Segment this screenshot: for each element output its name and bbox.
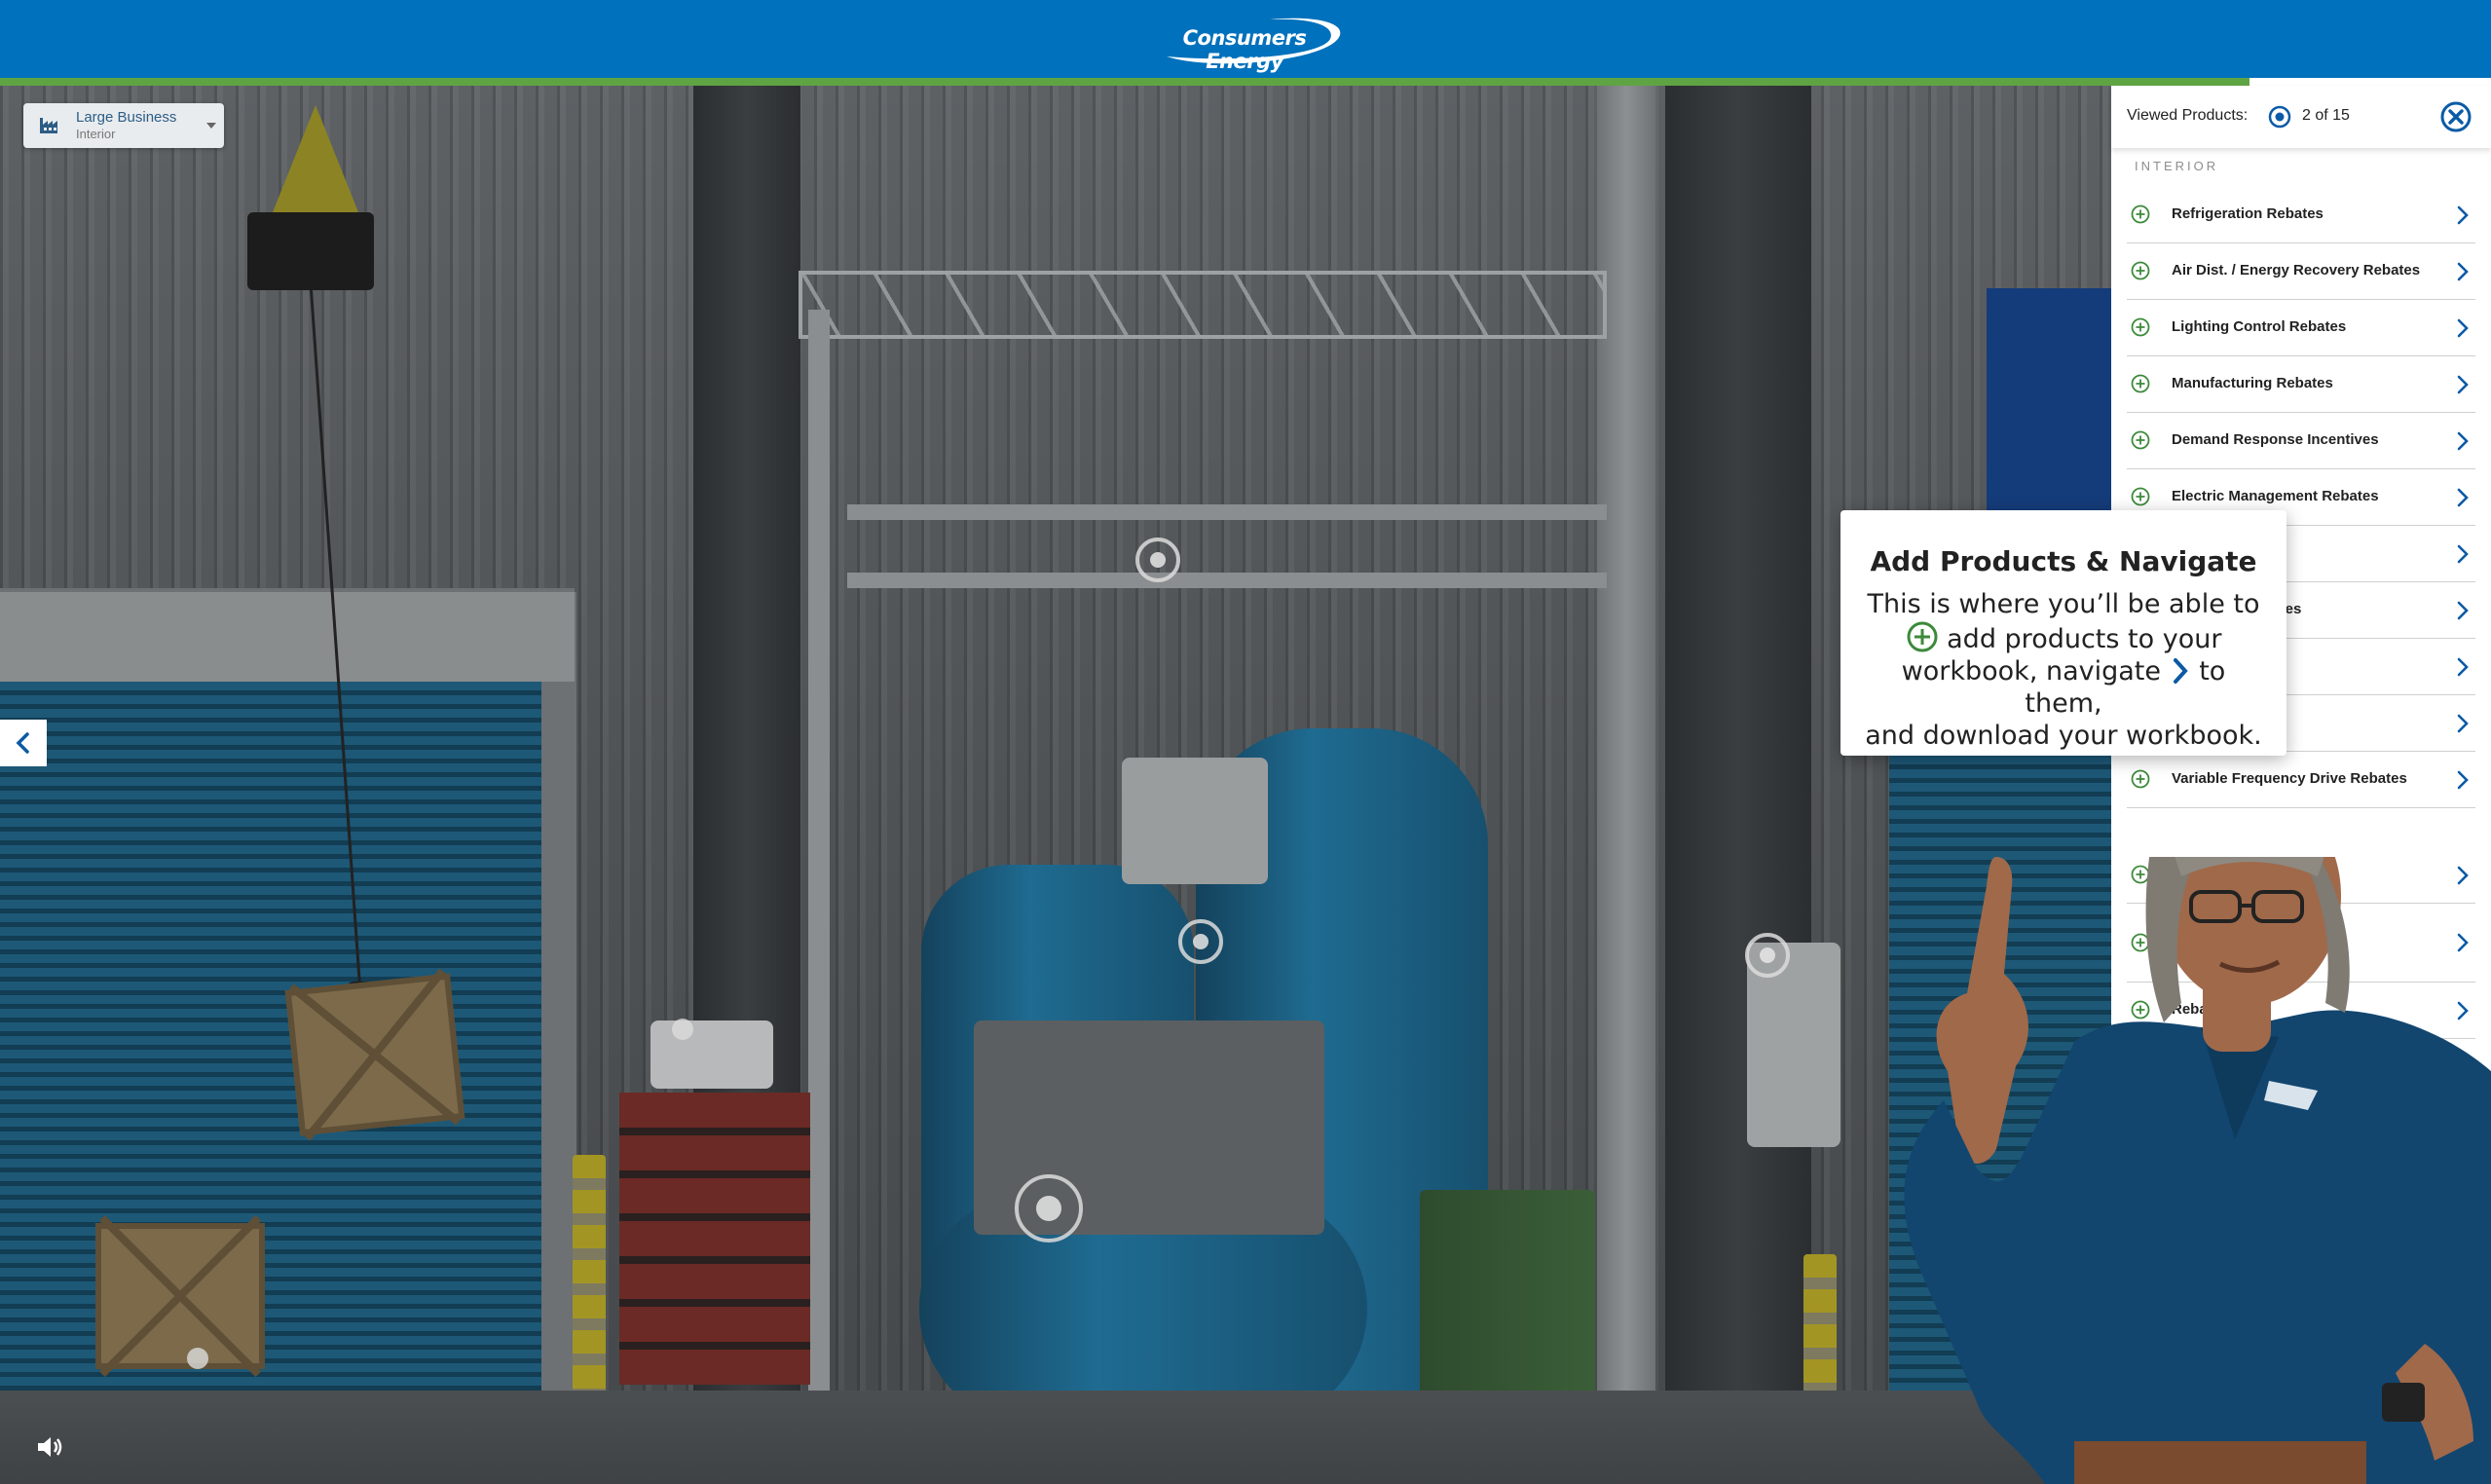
add-product-icon[interactable]	[2131, 430, 2150, 450]
product-row[interactable]: Air Dist. / Energy Recovery Rebates	[2127, 243, 2475, 300]
viewed-products-count: 2 of 15	[2302, 107, 2350, 124]
add-circle-icon	[1907, 621, 1938, 652]
product-row[interactable]: Variable Frequency Drive Rebates	[2127, 752, 2475, 808]
product-row-label: Air Dist. / Energy Recovery Rebates	[2172, 262, 2421, 278]
panel-header: Viewed Products: 2 of 15	[2111, 86, 2491, 148]
chevron-right-icon[interactable]	[2456, 375, 2470, 394]
product-row[interactable]: Manufacturing Rebates	[2127, 356, 2475, 413]
door-frame-left	[541, 592, 576, 1410]
previous-scene-button[interactable]	[0, 720, 47, 766]
product-row[interactable]: Refrigeration Rebates	[2127, 187, 2475, 243]
pillar-right	[1665, 86, 1811, 1468]
hotspot-overhead-pipes[interactable]	[1135, 538, 1180, 582]
red-tool-chest	[619, 1093, 810, 1385]
bollard-left	[573, 1155, 606, 1398]
section-label-interior: INTERIOR	[2135, 159, 2219, 173]
tooltip-line-2: add products to your	[1860, 620, 2267, 655]
product-row-label: Demand Response Incentives	[2172, 431, 2379, 448]
add-product-icon[interactable]	[2131, 317, 2150, 337]
chevron-left-icon	[16, 732, 29, 754]
pipe-lower	[847, 573, 1607, 588]
green-trash-bin	[1420, 1190, 1595, 1414]
product-row-label: Lighting Control Rebates	[2172, 318, 2347, 335]
consumers-energy-logo[interactable]: Consumers Energy	[1147, 14, 1344, 73]
roller-door-left	[0, 682, 541, 1402]
hotspot-boombox[interactable]	[672, 1019, 693, 1040]
progress-bar	[0, 78, 2491, 86]
location-title: Large Business	[76, 109, 177, 126]
add-product-icon[interactable]	[2131, 261, 2150, 280]
add-product-icon[interactable]	[2131, 204, 2150, 224]
factory-icon	[40, 118, 57, 133]
crane-hoist-housing	[273, 105, 358, 212]
overhead-truss	[799, 271, 1607, 339]
chevron-right-icon[interactable]	[2456, 770, 2470, 790]
product-row-label: Variable Frequency Drive Rebates	[2172, 770, 2407, 787]
tooltip-line-1: This is where you’ll be able to	[1867, 589, 2260, 619]
tooltip-body: This is where you’ll be able to add prod…	[1860, 588, 2267, 752]
brand-name: Consumers Energy	[1182, 26, 1307, 73]
product-row-label: Refrigeration Rebates	[2172, 205, 2324, 222]
caret-down-icon	[206, 123, 216, 129]
chevron-right-icon[interactable]	[2456, 318, 2470, 338]
pipe-upper	[847, 504, 1607, 520]
add-product-icon[interactable]	[2131, 487, 2150, 506]
progress-fill	[0, 78, 2249, 86]
add-product-icon[interactable]	[2131, 769, 2150, 789]
hotspot-water-heater[interactable]	[1745, 933, 1790, 978]
hanging-crate	[284, 973, 465, 1136]
tooltip-line-2-text: add products to your	[1947, 624, 2222, 654]
chevron-right-icon[interactable]	[2456, 657, 2470, 677]
viewed-products-label: Viewed Products:	[2127, 107, 2249, 124]
product-row[interactable]: Demand Response Incentives	[2127, 413, 2475, 469]
vertical-pipe	[808, 310, 830, 1429]
boombox	[651, 1020, 773, 1089]
chevron-right-icon[interactable]	[2456, 544, 2470, 564]
tooltip-title: Add Products & Navigate	[1870, 545, 2257, 577]
crane-hoist	[247, 212, 374, 290]
hotspot-crate[interactable]	[187, 1348, 208, 1369]
chevron-right-icon[interactable]	[2456, 431, 2470, 451]
chevron-right-icon	[2173, 658, 2188, 684]
chevron-right-icon[interactable]	[2456, 488, 2470, 507]
location-selector[interactable]: Large Business Interior	[23, 103, 224, 148]
tooltip-line-3-start: workbook, navigate	[1901, 656, 2162, 686]
floor-crate	[95, 1223, 265, 1369]
chevron-right-icon[interactable]	[2456, 601, 2470, 620]
close-icon[interactable]	[2438, 99, 2473, 134]
onboarding-tooltip: Add Products & Navigate This is where yo…	[1840, 510, 2287, 756]
electric-box	[1122, 758, 1268, 884]
list-section-gap	[2127, 808, 2475, 847]
tooltip-line-3: workbook, navigate to them,	[1860, 655, 2267, 720]
chevron-right-icon[interactable]	[2456, 205, 2470, 225]
sound-toggle-button[interactable]	[33, 1429, 68, 1465]
product-row-label: Manufacturing Rebates	[2172, 375, 2333, 391]
guide-person-illustration	[1904, 857, 2491, 1484]
chevron-right-icon[interactable]	[2456, 262, 2470, 281]
hotspot-tank[interactable]	[1178, 919, 1223, 964]
location-subtitle: Interior	[76, 127, 116, 141]
top-header: Consumers Energy	[0, 0, 2491, 78]
tooltip-line-4: and download your workbook.	[1865, 721, 2262, 751]
chevron-right-icon[interactable]	[2456, 714, 2470, 733]
viewed-target-icon	[2268, 105, 2291, 129]
door-housing	[0, 592, 575, 682]
product-row[interactable]: Lighting Control Rebates	[2127, 300, 2475, 356]
add-product-icon[interactable]	[2131, 374, 2150, 393]
product-row-label: Electric Management Rebates	[2172, 488, 2379, 504]
speaker-icon	[38, 1437, 62, 1457]
hotspot-compressor[interactable]	[1015, 1174, 1083, 1243]
